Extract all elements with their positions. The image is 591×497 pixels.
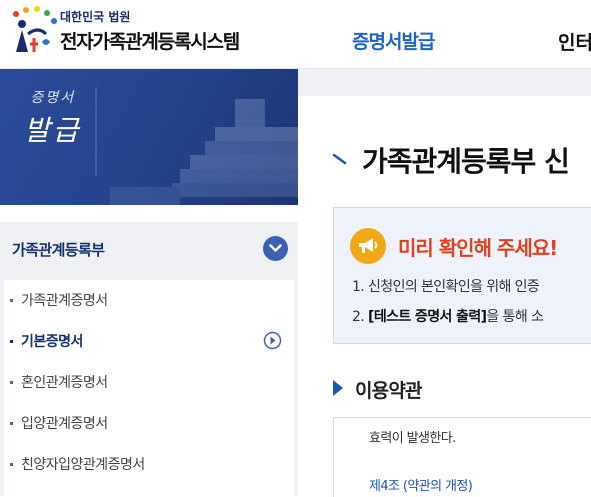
- sidebar-item-label: 친양자입양관계증명서: [21, 457, 145, 473]
- banner-line-2: 발급: [24, 114, 82, 147]
- test-print-label: [테스트 증명서 출력]: [368, 309, 487, 325]
- terms-article-link[interactable]: 제4조 (약관의 개정): [369, 475, 473, 494]
- notice-line-2-number: 2.: [352, 309, 369, 325]
- sidebar-collapse-button[interactable]: [263, 236, 288, 261]
- bullet-icon: [10, 339, 13, 343]
- title-accent-icon: [333, 153, 347, 165]
- org-name: 대한민국 법원: [60, 10, 131, 24]
- terms-text: 효력이 발생한다.: [369, 431, 456, 446]
- content-top-band: [298, 69, 591, 96]
- sidebar-item-label: 혼인관계증명서: [21, 375, 108, 391]
- sidebar-item-full-adoption[interactable]: 친양자입양관계증명서: [10, 454, 145, 474]
- triangle-right-icon: [333, 380, 343, 396]
- page-title: 가족관계등록부 신: [362, 145, 570, 178]
- notice-line-2-text: 을 통해 소: [486, 309, 544, 325]
- nav-certificate-issue[interactable]: 증명서발급: [352, 27, 435, 54]
- chevron-down-icon: [269, 244, 282, 252]
- banner-title: 증명서 발급: [24, 87, 82, 149]
- terms-title: 이용약관: [355, 380, 423, 402]
- sidebar-title[interactable]: 가족관계등록부: [12, 239, 105, 260]
- sidebar-item-marriage[interactable]: 혼인관계증명서: [10, 372, 108, 392]
- sidebar-item-basic[interactable]: 기본증명서: [10, 331, 83, 351]
- notice-title: 미리 확인해 주세요!: [398, 236, 558, 260]
- play-circle-icon[interactable]: [263, 331, 282, 350]
- notice-box: 미리 확인해 주세요! 1. 신청인의 본인확인을 위해 인증 2. [테스트 …: [333, 207, 591, 344]
- bullet-icon: [10, 298, 13, 302]
- sidebar-item-family-relation[interactable]: 가족관계증명서: [10, 290, 108, 310]
- bullet-icon: [10, 380, 13, 384]
- section-banner: 증명서 발급: [0, 69, 298, 205]
- bullet-icon: [10, 421, 13, 425]
- sidebar-item-label: 가족관계증명서: [21, 293, 108, 309]
- notice-line-2: 2. [테스트 증명서 출력]을 통해 소: [352, 306, 544, 326]
- system-name[interactable]: 전자가족관계등록시스템: [60, 27, 240, 54]
- megaphone-icon: [350, 228, 386, 264]
- sidebar-item-label: 기본증명서: [21, 334, 83, 350]
- nav-next-menu[interactable]: 인터: [558, 28, 591, 55]
- top-header: 대한민국 법원 전자가족관계등록시스템 증명서발급 인터: [0, 0, 591, 69]
- court-logo-icon[interactable]: [6, 4, 62, 56]
- sidebar-item-adoption[interactable]: 입양관계증명서: [10, 413, 108, 433]
- sidebar-item-label: 입양관계증명서: [21, 416, 108, 432]
- bullet-icon: [10, 462, 13, 466]
- notice-line-1: 1. 신청인의 본인확인을 위해 인증: [352, 279, 540, 295]
- banner-line-1: 증명서: [30, 90, 76, 106]
